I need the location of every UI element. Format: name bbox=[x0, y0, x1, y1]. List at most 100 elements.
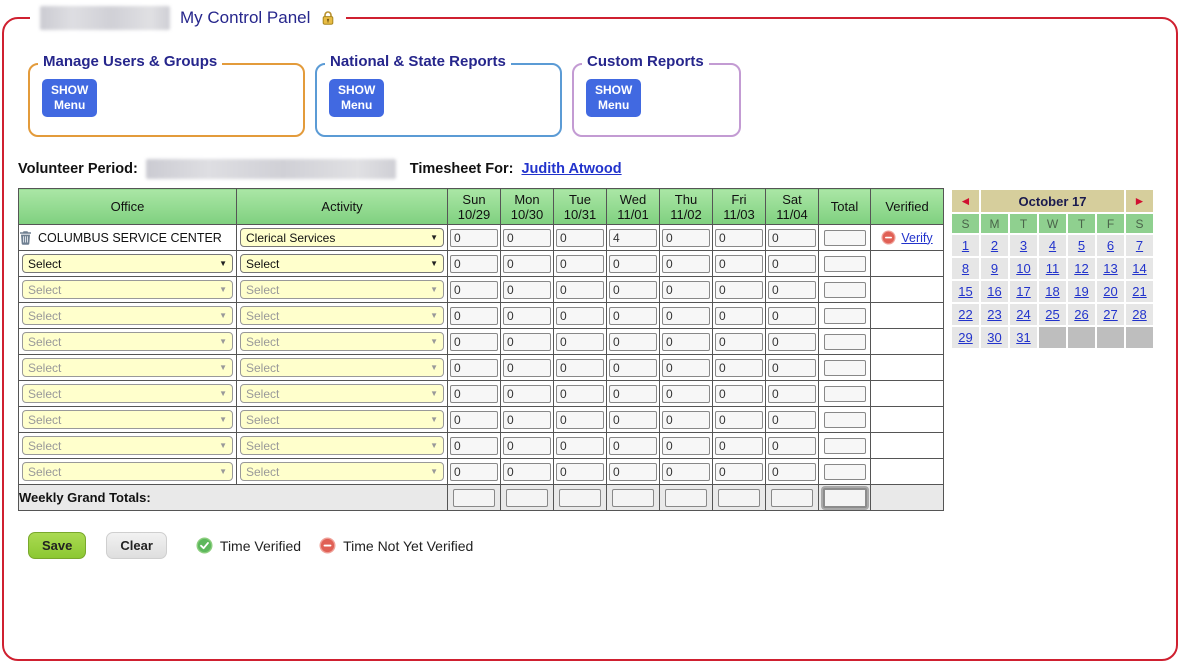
office-select[interactable]: Select▼ bbox=[22, 254, 233, 273]
hours-input[interactable] bbox=[556, 307, 604, 325]
hours-input[interactable] bbox=[609, 437, 657, 455]
hours-input[interactable] bbox=[609, 359, 657, 377]
calendar-day-link[interactable]: 24 bbox=[1016, 307, 1030, 322]
hours-input[interactable] bbox=[503, 333, 551, 351]
calendar-day-link[interactable]: 14 bbox=[1132, 261, 1146, 276]
hours-input[interactable] bbox=[609, 281, 657, 299]
hours-input[interactable] bbox=[609, 463, 657, 481]
calendar-next-icon[interactable]: ► bbox=[1126, 190, 1153, 212]
calendar-day-link[interactable]: 9 bbox=[991, 261, 998, 276]
show-menu-button-manage-users[interactable]: SHOWMenu bbox=[42, 79, 97, 117]
hours-input[interactable] bbox=[715, 463, 763, 481]
hours-input[interactable] bbox=[450, 463, 498, 481]
calendar-day-link[interactable]: 16 bbox=[987, 284, 1001, 299]
calendar-day-link[interactable]: 3 bbox=[1020, 238, 1027, 253]
hours-input[interactable] bbox=[503, 307, 551, 325]
hours-input[interactable] bbox=[450, 411, 498, 429]
hours-input[interactable] bbox=[556, 333, 604, 351]
hours-input[interactable] bbox=[715, 411, 763, 429]
save-button[interactable]: Save bbox=[28, 532, 86, 559]
calendar-day-link[interactable]: 19 bbox=[1074, 284, 1088, 299]
show-menu-button-custom-reports[interactable]: SHOWMenu bbox=[586, 79, 641, 117]
hours-input[interactable] bbox=[609, 333, 657, 351]
hours-input[interactable] bbox=[450, 229, 498, 247]
hours-input[interactable] bbox=[715, 437, 763, 455]
calendar-day-link[interactable]: 17 bbox=[1016, 284, 1030, 299]
calendar-day-link[interactable]: 10 bbox=[1016, 261, 1030, 276]
calendar-day-link[interactable]: 4 bbox=[1049, 238, 1056, 253]
hours-input[interactable] bbox=[503, 411, 551, 429]
calendar-day-link[interactable]: 21 bbox=[1132, 284, 1146, 299]
calendar-day-link[interactable]: 28 bbox=[1132, 307, 1146, 322]
hours-input[interactable] bbox=[715, 281, 763, 299]
calendar-day-link[interactable]: 11 bbox=[1046, 261, 1060, 276]
hours-input[interactable] bbox=[662, 385, 710, 403]
hours-input[interactable] bbox=[662, 307, 710, 325]
hours-input[interactable] bbox=[768, 281, 816, 299]
hours-input[interactable] bbox=[662, 359, 710, 377]
hours-input[interactable] bbox=[556, 385, 604, 403]
hours-input[interactable] bbox=[609, 307, 657, 325]
hours-input[interactable] bbox=[503, 385, 551, 403]
hours-input[interactable] bbox=[556, 411, 604, 429]
calendar-day-link[interactable]: 31 bbox=[1016, 330, 1030, 345]
hours-input[interactable] bbox=[715, 229, 763, 247]
hours-input[interactable] bbox=[609, 255, 657, 273]
hours-input[interactable] bbox=[768, 463, 816, 481]
show-menu-button-national-state[interactable]: SHOWMenu bbox=[329, 79, 384, 117]
hours-input[interactable] bbox=[503, 255, 551, 273]
calendar-day-link[interactable]: 13 bbox=[1103, 261, 1117, 276]
hours-input[interactable] bbox=[556, 359, 604, 377]
hours-input[interactable] bbox=[503, 437, 551, 455]
calendar-day-link[interactable]: 8 bbox=[962, 261, 969, 276]
calendar-day-link[interactable]: 18 bbox=[1045, 284, 1059, 299]
hours-input[interactable] bbox=[609, 411, 657, 429]
calendar-day-link[interactable]: 7 bbox=[1136, 238, 1143, 253]
hours-input[interactable] bbox=[503, 463, 551, 481]
hours-input[interactable] bbox=[503, 281, 551, 299]
hours-input[interactable] bbox=[662, 333, 710, 351]
hours-input[interactable] bbox=[768, 229, 816, 247]
clear-button[interactable]: Clear bbox=[106, 532, 167, 559]
hours-input[interactable] bbox=[556, 437, 604, 455]
calendar-day-link[interactable]: 1 bbox=[962, 238, 969, 253]
calendar-day-link[interactable]: 5 bbox=[1078, 238, 1085, 253]
hours-input[interactable] bbox=[662, 255, 710, 273]
activity-select[interactable]: Clerical Services▼ bbox=[240, 228, 444, 247]
calendar-day-link[interactable]: 15 bbox=[958, 284, 972, 299]
hours-input[interactable] bbox=[450, 437, 498, 455]
calendar-day-link[interactable]: 26 bbox=[1074, 307, 1088, 322]
hours-input[interactable] bbox=[662, 437, 710, 455]
calendar-day-link[interactable]: 20 bbox=[1103, 284, 1117, 299]
verify-link[interactable]: Verify bbox=[901, 231, 932, 245]
hours-input[interactable] bbox=[715, 385, 763, 403]
hours-input[interactable] bbox=[768, 359, 816, 377]
hours-input[interactable] bbox=[556, 255, 604, 273]
hours-input[interactable] bbox=[556, 281, 604, 299]
hours-input[interactable] bbox=[450, 281, 498, 299]
hours-input[interactable] bbox=[450, 307, 498, 325]
hours-input[interactable] bbox=[662, 281, 710, 299]
hours-input[interactable] bbox=[450, 385, 498, 403]
calendar-day-link[interactable]: 27 bbox=[1103, 307, 1117, 322]
hours-input[interactable] bbox=[768, 411, 816, 429]
hours-input[interactable] bbox=[662, 463, 710, 481]
hours-input[interactable] bbox=[768, 385, 816, 403]
volunteer-name-link[interactable]: Judith Atwood bbox=[521, 161, 621, 177]
calendar-day-link[interactable]: 12 bbox=[1074, 261, 1088, 276]
calendar-day-link[interactable]: 29 bbox=[958, 330, 972, 345]
hours-input[interactable] bbox=[503, 359, 551, 377]
hours-input[interactable] bbox=[609, 385, 657, 403]
hours-input[interactable] bbox=[768, 307, 816, 325]
hours-input[interactable] bbox=[715, 307, 763, 325]
activity-select[interactable]: Select▼ bbox=[240, 254, 444, 273]
hours-input[interactable] bbox=[503, 229, 551, 247]
calendar-day-link[interactable]: 23 bbox=[987, 307, 1001, 322]
hours-input[interactable] bbox=[556, 463, 604, 481]
calendar-day-link[interactable]: 30 bbox=[987, 330, 1001, 345]
hours-input[interactable] bbox=[450, 333, 498, 351]
hours-input[interactable] bbox=[768, 255, 816, 273]
hours-input[interactable] bbox=[556, 229, 604, 247]
calendar-day-link[interactable]: 6 bbox=[1107, 238, 1114, 253]
hours-input[interactable] bbox=[768, 333, 816, 351]
